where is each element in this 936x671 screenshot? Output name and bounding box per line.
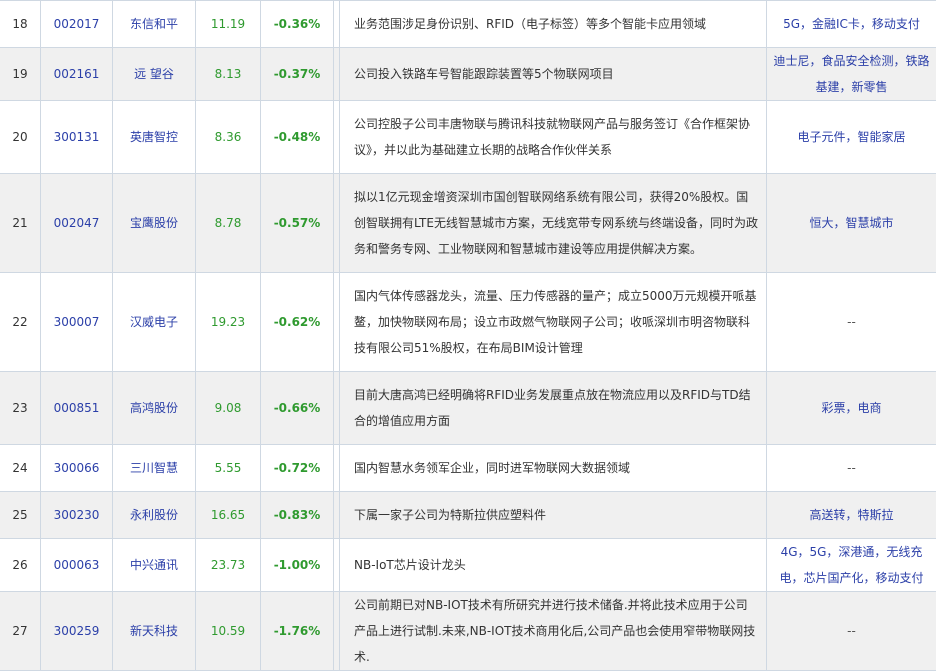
price-change: -0.57% [261,174,334,273]
stock-name-link[interactable]: 远 望谷 [113,48,196,101]
table-row: 19 002161 远 望谷 8.13 -0.37% 公司投入铁路车号智能跟踪装… [0,48,936,101]
row-index: 21 [0,174,41,273]
table-row: 23 000851 高鸿股份 9.08 -0.66% 目前大唐高鸿已经明确将RF… [0,372,936,445]
table-row: 20 300131 英唐智控 8.36 -0.48% 公司控股子公司丰唐物联与腾… [0,101,936,174]
stock-price: 8.78 [196,174,261,273]
table-row: 26 000063 中兴通讯 23.73 -1.00% NB-IoT芯片设计龙头… [0,539,936,592]
concept-tags: -- [767,445,936,492]
stock-code-link[interactable]: 300131 [41,101,113,174]
stock-code-link[interactable]: 300230 [41,492,113,539]
description: 下属一家子公司为特斯拉供应塑料件 [340,492,767,539]
concept-tags: -- [767,273,936,372]
stock-price: 5.55 [196,445,261,492]
row-index: 24 [0,445,41,492]
stock-name-link[interactable]: 中兴通讯 [113,539,196,592]
description: 业务范围涉足身份识别、RFID（电子标签）等多个智能卡应用领域 [340,1,767,48]
stock-code-link[interactable]: 002047 [41,174,113,273]
concept-tags[interactable]: 恒大，智慧城市 [767,174,936,273]
stock-name-link[interactable]: 汉威电子 [113,273,196,372]
table-row: 18 002017 东信和平 11.19 -0.36% 业务范围涉足身份识别、R… [0,1,936,48]
stock-name-link[interactable]: 宝鹰股份 [113,174,196,273]
table-row: 25 300230 永利股份 16.65 -0.83% 下属一家子公司为特斯拉供… [0,492,936,539]
stock-name-link[interactable]: 东信和平 [113,1,196,48]
price-change: -0.48% [261,101,334,174]
price-change: -0.36% [261,1,334,48]
row-index: 26 [0,539,41,592]
stock-price: 19.23 [196,273,261,372]
stock-table: 18 002017 东信和平 11.19 -0.36% 业务范围涉足身份识别、R… [0,0,936,671]
price-change: -0.62% [261,273,334,372]
row-index: 23 [0,372,41,445]
table-row: 21 002047 宝鹰股份 8.78 -0.57% 拟以1亿元现金增资深圳市国… [0,174,936,273]
price-change: -0.66% [261,372,334,445]
concept-tags[interactable]: 高送转，特斯拉 [767,492,936,539]
stock-price: 23.73 [196,539,261,592]
stock-price: 8.36 [196,101,261,174]
row-index: 22 [0,273,41,372]
description: NB-IoT芯片设计龙头 [340,539,767,592]
row-index: 20 [0,101,41,174]
description: 国内气体传感器龙头，流量、压力传感器的量产；成立5000万元规模开哌基鳌，加快物… [340,273,767,372]
description: 目前大唐高鸿已经明确将RFID业务发展重点放在物流应用以及RFID与TD结合的增… [340,372,767,445]
stock-price: 11.19 [196,1,261,48]
table-row: 22 300007 汉威电子 19.23 -0.62% 国内气体传感器龙头，流量… [0,273,936,372]
concept-tags[interactable]: 电子元件，智能家居 [767,101,936,174]
concept-tags[interactable]: 迪士尼，食品安全检测，铁路基建，新零售 [767,48,936,101]
stock-code-link[interactable]: 002161 [41,48,113,101]
price-change: -0.83% [261,492,334,539]
concept-tags[interactable]: 4G，5G，深港通，无线充电，芯片国产化，移动支付 [767,539,936,592]
row-index: 25 [0,492,41,539]
description: 拟以1亿元现金增资深圳市国创智联网络系统有限公司，获得20%股权。国创智联拥有L… [340,174,767,273]
row-index: 19 [0,48,41,101]
description: 国内智慧水务领军企业，同时进军物联网大数据领域 [340,445,767,492]
stock-name-link[interactable]: 英唐智控 [113,101,196,174]
stock-code-link[interactable]: 300066 [41,445,113,492]
concept-tags[interactable]: 彩票，电商 [767,372,936,445]
stock-code-link[interactable]: 002017 [41,1,113,48]
price-change: -0.72% [261,445,334,492]
stock-name-link[interactable]: 永利股份 [113,492,196,539]
description: 公司投入铁路车号智能跟踪装置等5个物联网项目 [340,48,767,101]
stock-name-link[interactable]: 三川智慧 [113,445,196,492]
table-row: 24 300066 三川智慧 5.55 -0.72% 国内智慧水务领军企业，同时… [0,445,936,492]
stock-name-link[interactable]: 高鸿股份 [113,372,196,445]
stock-code-link[interactable]: 000851 [41,372,113,445]
price-change: -0.37% [261,48,334,101]
stock-price: 8.13 [196,48,261,101]
stock-price: 16.65 [196,492,261,539]
stock-code-link[interactable]: 300007 [41,273,113,372]
row-index: 18 [0,1,41,48]
description: 公司控股子公司丰唐物联与腾讯科技就物联网产品与服务签订《合作框架协议》，并以此为… [340,101,767,174]
concept-tags[interactable]: 5G，金融IC卡，移动支付 [767,1,936,48]
stock-price: 9.08 [196,372,261,445]
stock-code-link[interactable]: 000063 [41,539,113,592]
price-change: -1.00% [261,539,334,592]
